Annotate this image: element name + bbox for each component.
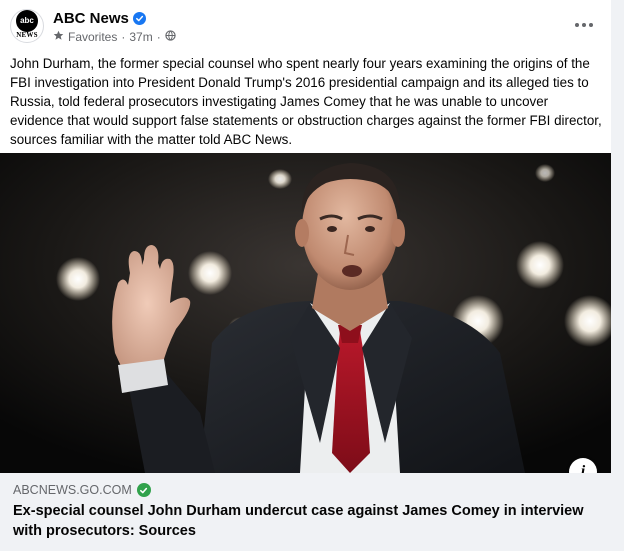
post-timestamp[interactable]: 37m [129, 30, 152, 44]
avatar[interactable]: abc NEWS [10, 9, 44, 43]
link-domain-row: ABCNEWS.GO.COM [13, 483, 151, 497]
abc-logo-subtext: NEWS [16, 31, 38, 39]
post-photo[interactable] [0, 153, 611, 473]
comey-testimony-photo [0, 153, 611, 473]
page-name-link[interactable]: ABC News [53, 10, 129, 27]
post-meta: Favorites · 37m · [53, 30, 176, 44]
meta-separator: · [121, 30, 126, 44]
post-card: abc NEWS ABC News Favorites · 37m · John… [0, 0, 611, 551]
post-caption: John Durham, the former special counsel … [10, 56, 602, 147]
star-icon [53, 30, 64, 44]
abc-logo: abc [16, 10, 38, 32]
page-name-row: ABC News [53, 10, 146, 27]
meta-separator: · [156, 30, 161, 44]
link-preview[interactable]: ABCNEWS.GO.COM Ex-special counsel John D… [0, 473, 611, 551]
audience-label[interactable]: Favorites [68, 30, 117, 44]
link-headline[interactable]: Ex-special counsel John Durham undercut … [13, 501, 603, 541]
check-circle-icon [136, 483, 151, 497]
post-header: abc NEWS ABC News Favorites · 37m · [0, 0, 611, 48]
verified-badge-icon [132, 12, 146, 25]
link-domain: ABCNEWS.GO.COM [13, 483, 132, 497]
more-options-icon[interactable] [570, 13, 598, 37]
globe-icon[interactable] [165, 30, 176, 44]
